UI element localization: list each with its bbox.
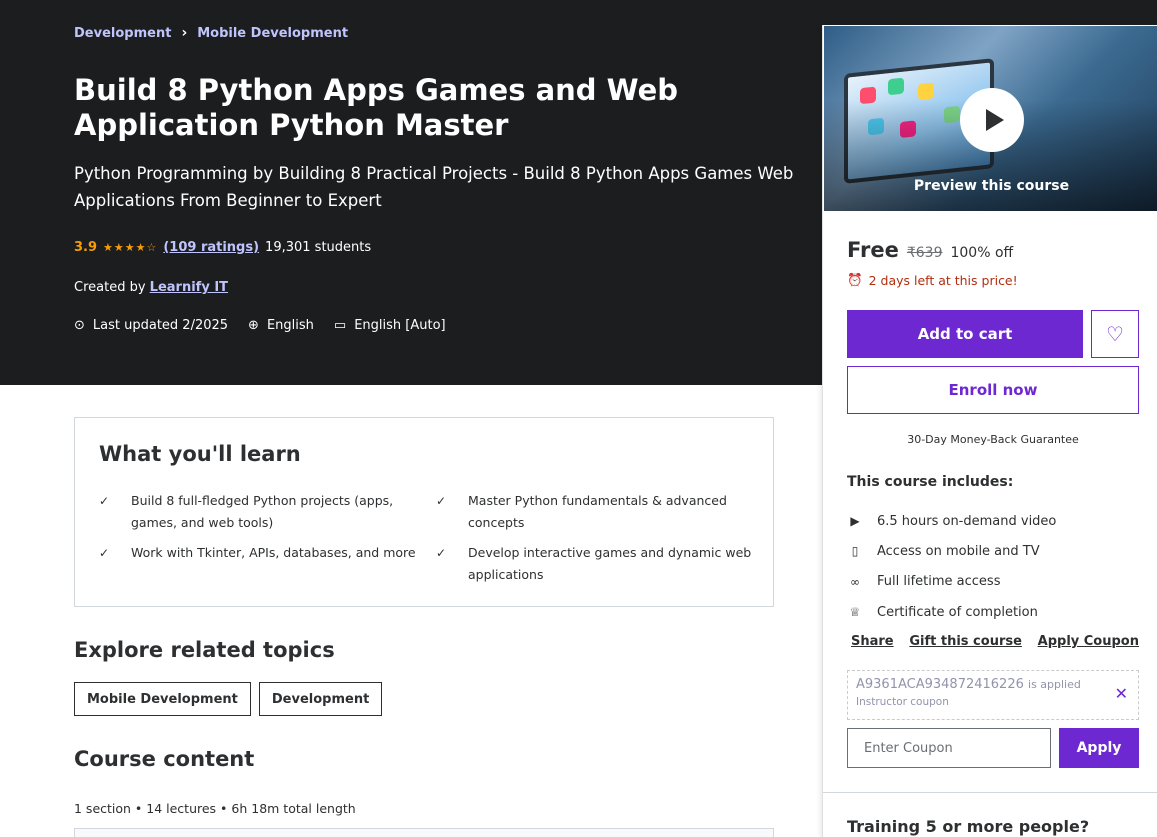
learn-item-text: Develop interactive games and dynamic we…: [468, 545, 752, 582]
created-by-label: Created by: [74, 280, 146, 295]
includes-title: This course includes:: [847, 474, 1014, 490]
sidebar-actions: Share Gift this course Apply Coupon: [851, 634, 1139, 649]
applied-coupon: A9361ACA934872416226 is applied Instruct…: [847, 670, 1139, 720]
last-updated: Last updated 2/2025: [92, 318, 229, 333]
enroll-now-button[interactable]: Enroll now: [847, 366, 1139, 414]
learn-item-text: Build 8 full-fledged Python projects (ap…: [131, 493, 394, 530]
learn-item: ✓ Work with Tkinter, APIs, databases, an…: [99, 542, 436, 586]
related-topics-title: Explore related topics: [74, 638, 335, 662]
alarm-clock-icon: ⏰: [847, 272, 863, 287]
check-icon: ✓: [436, 494, 447, 508]
course-subtitle: Python Programming by Building 8 Practic…: [74, 164, 794, 210]
current-price: Free: [847, 238, 899, 262]
topic-mobile-development[interactable]: Mobile Development: [74, 682, 251, 716]
course-content-table: [74, 828, 774, 837]
gift-course-link[interactable]: Gift this course: [909, 634, 1022, 649]
apply-coupon-button[interactable]: Apply: [1059, 728, 1139, 768]
include-label: Certificate of completion: [877, 604, 1038, 620]
coupon-applied-label: is applied: [1028, 678, 1081, 691]
related-topics: Mobile Development Development: [74, 682, 383, 716]
include-label: Access on mobile and TV: [877, 543, 1040, 559]
trophy-icon: ♕: [849, 605, 861, 620]
created-by: Created by Learnify IT: [74, 280, 228, 295]
rating-value: 3.9: [74, 240, 98, 255]
divider: [823, 792, 1157, 793]
course-title: Build 8 Python Apps Games and Web Applic…: [74, 73, 679, 142]
include-label: 6.5 hours on-demand video: [877, 513, 1057, 529]
instructor-link[interactable]: Learnify IT: [150, 280, 228, 295]
topic-development[interactable]: Development: [258, 682, 383, 716]
include-label: Full lifetime access: [877, 574, 1001, 590]
preview-label: Preview this course: [913, 178, 1070, 194]
students-count: 19,301 students: [265, 240, 372, 255]
price-block: Free ₹639 100% off ⏰ 2 days left at this…: [847, 238, 1139, 288]
infinity-icon: ∞: [850, 574, 860, 589]
course-content-meta: 1 section • 14 lectures • 6h 18m total l…: [74, 801, 356, 816]
check-icon: ✓: [99, 494, 110, 508]
learn-item: ✓ Develop interactive games and dynamic …: [436, 542, 756, 586]
course-content-title: Course content: [74, 747, 255, 771]
rating-row: 3.9 ★★★★☆ (109 ratings) 19,301 students: [74, 240, 371, 255]
check-icon: ✓: [99, 546, 110, 560]
check-icon: ✓: [436, 546, 447, 560]
include-item: ♕ Certificate of completion: [847, 597, 1139, 627]
breadcrumb: Development › Mobile Development: [74, 25, 348, 41]
remove-coupon-close-icon[interactable]: ✕: [1115, 684, 1128, 703]
learn-item: ✓ Build 8 full-fledged Python projects (…: [99, 490, 436, 534]
language: English: [266, 318, 314, 333]
wishlist-button[interactable]: ♡: [1091, 310, 1139, 358]
learn-title: What you'll learn: [99, 442, 301, 466]
mobile-icon: ▯: [851, 544, 859, 559]
include-item: ▯ Access on mobile and TV: [847, 536, 1139, 566]
learn-list: ✓ Build 8 full-fledged Python projects (…: [99, 490, 759, 586]
learn-item: ✓ Master Python fundamentals & advanced …: [436, 490, 756, 534]
discount-percent: 100% off: [950, 245, 1014, 261]
chevron-right-icon: ›: [181, 25, 188, 41]
money-back-guarantee: 30-Day Money-Back Guarantee: [907, 433, 1079, 446]
heart-icon: ♡: [1106, 322, 1124, 346]
includes-list: ▶ 6.5 hours on-demand video ▯ Access on …: [847, 506, 1139, 627]
what-youll-learn: What you'll learn ✓ Build 8 full-fledged…: [74, 417, 774, 607]
alert-clock-icon: ⊙: [74, 318, 85, 333]
play-icon[interactable]: [960, 88, 1024, 152]
course-meta: ⊙ Last updated 2/2025 ⊕ English ▭ Englis…: [74, 318, 446, 333]
course-preview[interactable]: Preview this course: [823, 25, 1157, 212]
globe-icon: ⊕: [248, 318, 259, 333]
captions-icon: ▭: [333, 318, 347, 333]
captions: English [Auto]: [354, 318, 446, 333]
deadline-text: 2 days left at this price!: [868, 272, 1018, 288]
video-icon: ▶: [850, 514, 860, 529]
breadcrumb-development[interactable]: Development: [74, 26, 171, 41]
star-rating-icon: ★★★★☆: [103, 241, 158, 254]
breadcrumb-mobile-development[interactable]: Mobile Development: [197, 26, 348, 41]
purchase-sidebar: Preview this course Free ₹639 100% off ⏰…: [822, 25, 1157, 837]
share-link[interactable]: Share: [851, 634, 894, 649]
apply-coupon-link[interactable]: Apply Coupon: [1038, 634, 1139, 649]
training-heading: Training 5 or more people?: [847, 817, 1090, 836]
learn-item-text: Work with Tkinter, APIs, databases, and …: [131, 545, 416, 560]
ratings-link[interactable]: (109 ratings): [163, 240, 259, 255]
add-to-cart-button[interactable]: Add to cart: [847, 310, 1083, 358]
deadline-notice: ⏰ 2 days left at this price!: [847, 272, 1139, 288]
coupon-input[interactable]: [847, 728, 1051, 768]
include-item: ∞ Full lifetime access: [847, 567, 1139, 597]
coupon-code: A9361ACA934872416226: [856, 677, 1024, 692]
coupon-type: Instructor coupon: [856, 696, 949, 708]
learn-item-text: Master Python fundamentals & advanced co…: [468, 493, 727, 530]
include-item: ▶ 6.5 hours on-demand video: [847, 506, 1139, 536]
original-price: ₹639: [906, 245, 943, 261]
